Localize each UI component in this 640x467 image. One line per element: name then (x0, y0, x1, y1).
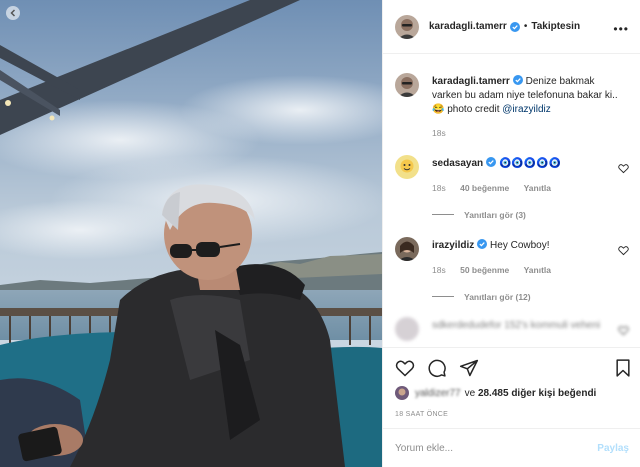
photo-scene (0, 0, 382, 467)
follow-status-button[interactable]: Takiptesin (531, 21, 580, 32)
likes-count[interactable]: 28.485 (478, 388, 509, 399)
like-comment-heart-icon[interactable] (618, 163, 629, 174)
likes-connector: ve (464, 387, 476, 399)
caption-avatar[interactable] (395, 73, 419, 97)
header-separator: • (523, 21, 528, 32)
post-actions: yaldizer77 ve 28.485 diğer kişi beğendi … (383, 347, 640, 439)
author-avatar[interactable] (395, 14, 419, 39)
view-replies-button[interactable]: Yanıtları gör (12) (432, 292, 531, 302)
post-side-panel: karadagli.tamerr • Takiptesin ••• karada… (382, 0, 640, 467)
comment-meta: 18s 40 beğenme Yanıtla (432, 183, 563, 193)
post-comment-button[interactable]: Paylaş (597, 443, 629, 454)
like-comment-heart-icon[interactable] (618, 325, 629, 336)
caption-mention-link[interactable]: @irazyildiz (502, 104, 551, 115)
replies-line (432, 296, 454, 297)
verified-badge-icon (512, 75, 523, 85)
verified-badge-icon (486, 157, 497, 167)
verified-badge-icon (477, 239, 488, 249)
chevron-left-icon[interactable] (6, 6, 20, 20)
comment-text: sdkerdedudefor 152's kommuli veheni (432, 320, 601, 331)
comment-avatar[interactable] (395, 237, 419, 261)
comment-text: sedasayan 🧿🧿🧿🧿🧿 (432, 157, 624, 171)
view-replies-label: Yanıtları gör (3) (464, 210, 526, 220)
reply-button[interactable]: Yanıtla (524, 183, 551, 193)
caption-row: karadagli.tamerr Denize bakmak varken bu… (395, 73, 635, 143)
caption-username[interactable]: karadagli.tamerr (432, 76, 510, 87)
likes-suffix[interactable]: diğer kişi beğendi (511, 388, 596, 399)
caption-age: 18s (432, 128, 446, 138)
comment-text: irazyildiz Hey Cowboy! (432, 239, 624, 253)
reply-button[interactable]: Yanıtla (524, 265, 551, 275)
comment-likes-count[interactable]: 50 beğenme (460, 265, 509, 275)
comment-username[interactable]: irazyildiz (432, 240, 474, 251)
comments-list: karadagli.tamerr Denize bakmak varken bu… (383, 55, 640, 347)
comment-username[interactable]: sedasayan (432, 158, 483, 169)
likes-summary[interactable]: yaldizer77 ve 28.485 diğer kişi beğendi (395, 386, 596, 400)
comment-item-blurred: sdkerdedudefor 152's kommuli veheni (395, 317, 635, 347)
post-timestamp: 18 SAAT ÖNCE (395, 411, 449, 418)
like-comment-heart-icon[interactable] (618, 245, 629, 256)
verified-badge-icon (509, 21, 520, 32)
comment-likes-count[interactable]: 40 beğenme (460, 183, 509, 193)
comment-input[interactable] (395, 442, 598, 454)
view-replies-button[interactable]: Yanıtları gör (3) (432, 210, 526, 220)
liker-avatar (395, 386, 409, 400)
comment-meta: 18s 50 beğenme Yanıtla (432, 265, 563, 275)
add-comment-bar: Paylaş (383, 428, 640, 467)
bookmark-icon[interactable] (613, 358, 633, 378)
share-icon[interactable] (459, 358, 479, 378)
author-username[interactable]: karadagli.tamerr (429, 21, 507, 32)
caption-text: karadagli.tamerr Denize bakmak varken bu… (432, 75, 624, 117)
comment-body: Hey Cowboy! (490, 240, 550, 251)
comment-age: 18s (432, 265, 446, 275)
caption-meta: 18s (432, 128, 458, 138)
liker-username[interactable]: yaldizer77 (415, 388, 461, 399)
comment-item: irazyildiz Hey Cowboy! 18s 50 beğenme Ya… (395, 237, 635, 312)
comment-item: sedasayan 🧿🧿🧿🧿🧿 18s 40 beğenme Yanıtla Y… (395, 155, 635, 230)
heart-icon[interactable] (395, 358, 415, 378)
comment-body: 🧿🧿🧿🧿🧿 (498, 158, 562, 169)
more-horizontal-icon[interactable]: ••• (613, 22, 629, 36)
comment-avatar[interactable] (395, 155, 419, 179)
comment-avatar[interactable] (395, 317, 419, 341)
post-photo[interactable] (0, 0, 382, 467)
replies-line (432, 214, 454, 215)
comment-icon[interactable] (427, 358, 447, 378)
comment-age: 18s (432, 183, 446, 193)
view-replies-label: Yanıtları gör (12) (464, 292, 531, 302)
post-header: karadagli.tamerr • Takiptesin ••• (383, 0, 640, 54)
